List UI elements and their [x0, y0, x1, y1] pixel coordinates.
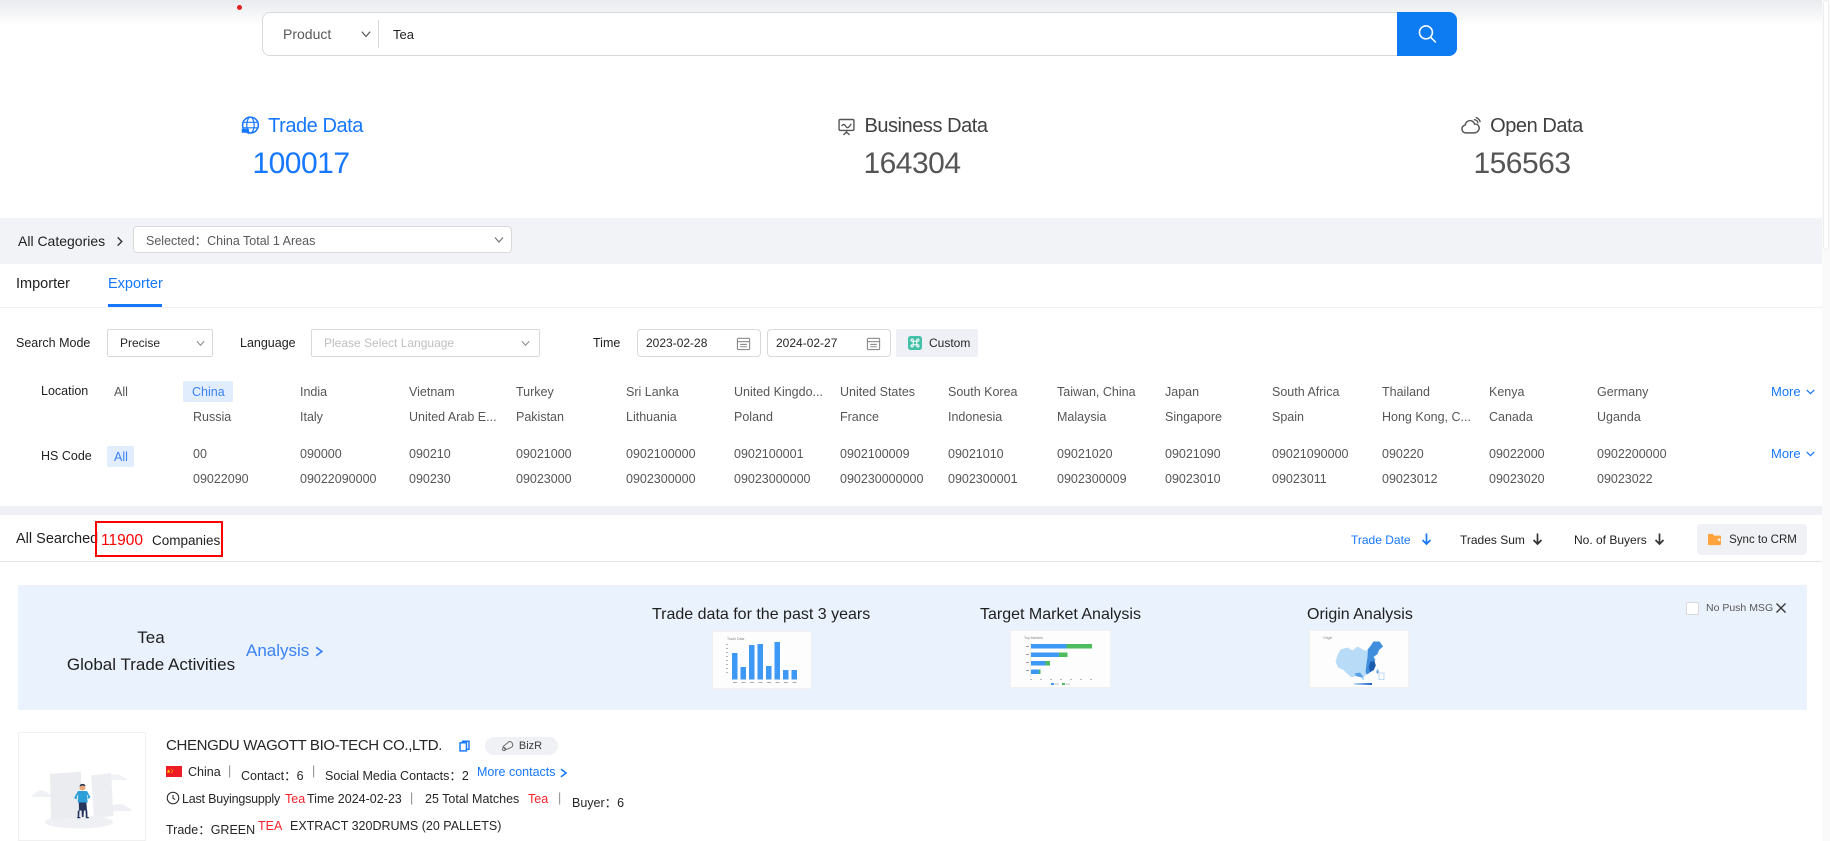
svg-text:Trade Data: Trade Data: [727, 637, 744, 641]
svg-text:Top Markets: Top Markets: [1024, 636, 1043, 640]
svg-text:xxx: xxx: [1066, 683, 1071, 686]
svg-text:Origin: Origin: [1323, 636, 1332, 640]
svg-text:xxx: xxx: [1055, 683, 1060, 686]
